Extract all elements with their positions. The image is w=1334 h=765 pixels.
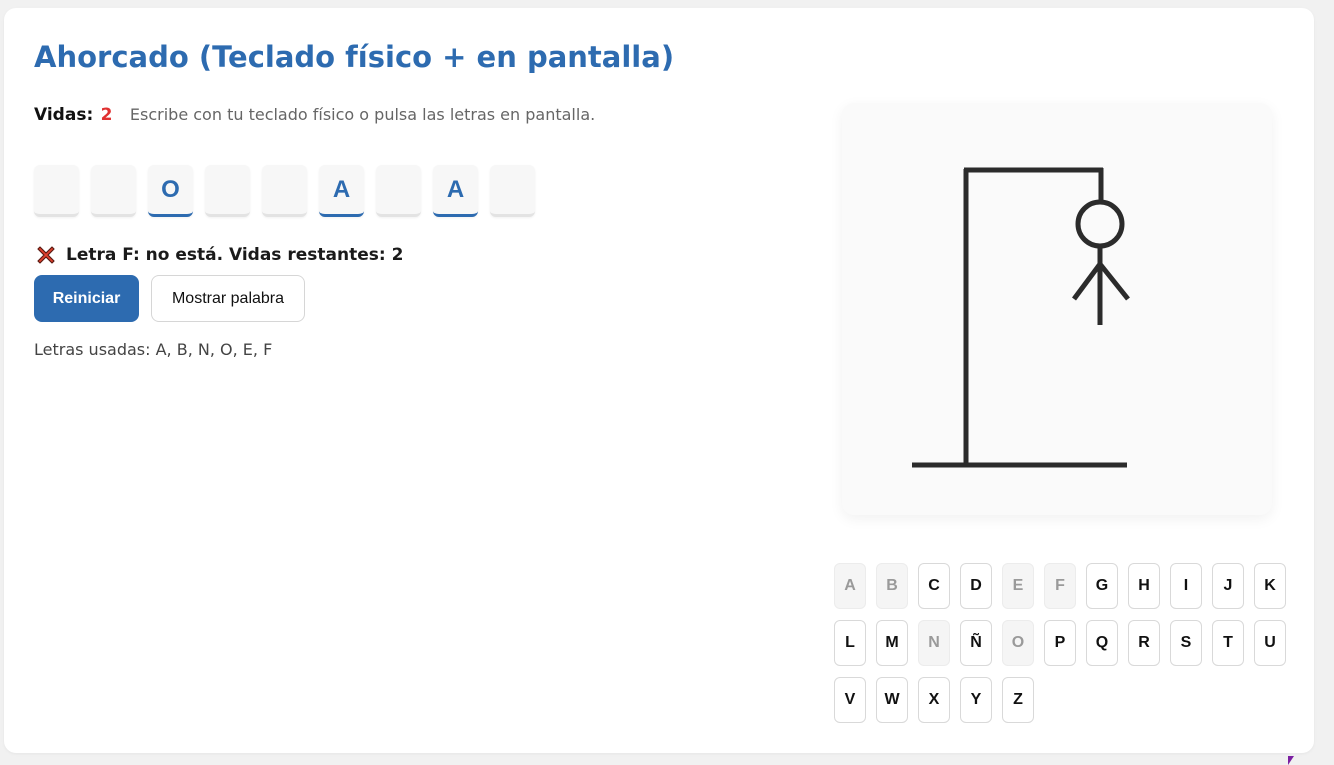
letter-slot [205, 165, 250, 217]
letter-slot: A [319, 165, 364, 217]
key-s[interactable]: S [1170, 620, 1202, 666]
lives-label: Vidas: [34, 105, 94, 125]
page-title: Ahorcado (Teclado físico + en pantalla) [34, 40, 675, 74]
key-n[interactable]: N [918, 620, 950, 666]
instructions-text: Escribe con tu teclado físico o pulsa la… [129, 105, 596, 124]
used-letters: Letras usadas: A, B, N, O, E, F [34, 340, 273, 359]
word-slots: OAA [34, 165, 535, 217]
game-card: Ahorcado (Teclado físico + en pantalla) … [4, 8, 1314, 753]
letter-slot: A [433, 165, 478, 217]
key-f[interactable]: F [1044, 563, 1076, 609]
cross-mark-icon [37, 246, 55, 264]
hangman-left-arm [1071, 262, 1103, 301]
key-c[interactable]: C [918, 563, 950, 609]
key-e[interactable]: E [1002, 563, 1034, 609]
letter-slot [34, 165, 79, 217]
lives-count: 2 [100, 105, 113, 125]
hangman-head [1075, 199, 1125, 249]
key-z[interactable]: Z [1002, 677, 1034, 723]
key-k[interactable]: K [1254, 563, 1286, 609]
key-a[interactable]: A [834, 563, 866, 609]
key-j[interactable]: J [1212, 563, 1244, 609]
letter-slot [376, 165, 421, 217]
key-p[interactable]: P [1044, 620, 1076, 666]
key-i[interactable]: I [1170, 563, 1202, 609]
key-y[interactable]: Y [960, 677, 992, 723]
letter-slot: O [148, 165, 193, 217]
show-word-button[interactable]: Mostrar palabra [151, 275, 305, 322]
feedback-text: Letra F: no está. Vidas restantes: 2 [66, 245, 404, 265]
key-o[interactable]: O [1002, 620, 1034, 666]
key-b[interactable]: B [876, 563, 908, 609]
key-ñ[interactable]: Ñ [960, 620, 992, 666]
key-x[interactable]: X [918, 677, 950, 723]
letter-slot [91, 165, 136, 217]
status-row: Vidas: 2 Escribe con tu teclado físico o… [34, 105, 595, 125]
mouse-cursor-icon [1288, 756, 1294, 765]
key-g[interactable]: G [1086, 563, 1118, 609]
on-screen-keyboard: ABCDEFGHIJK LMNÑOPQRSTU VWXYZ [834, 563, 1286, 723]
hangman-drawing [842, 103, 1272, 515]
letter-slot [490, 165, 535, 217]
key-d[interactable]: D [960, 563, 992, 609]
restart-button[interactable]: Reiniciar [34, 275, 139, 322]
letter-slot [262, 165, 307, 217]
hangman-svg [912, 167, 1130, 468]
key-l[interactable]: L [834, 620, 866, 666]
key-r[interactable]: R [1128, 620, 1160, 666]
hangman-right-arm [1098, 262, 1130, 301]
key-q[interactable]: Q [1086, 620, 1118, 666]
key-m[interactable]: M [876, 620, 908, 666]
key-t[interactable]: T [1212, 620, 1244, 666]
feedback-message: Letra F: no está. Vidas restantes: 2 [34, 243, 403, 267]
key-w[interactable]: W [876, 677, 908, 723]
key-v[interactable]: V [834, 677, 866, 723]
key-h[interactable]: H [1128, 563, 1160, 609]
key-u[interactable]: U [1254, 620, 1286, 666]
